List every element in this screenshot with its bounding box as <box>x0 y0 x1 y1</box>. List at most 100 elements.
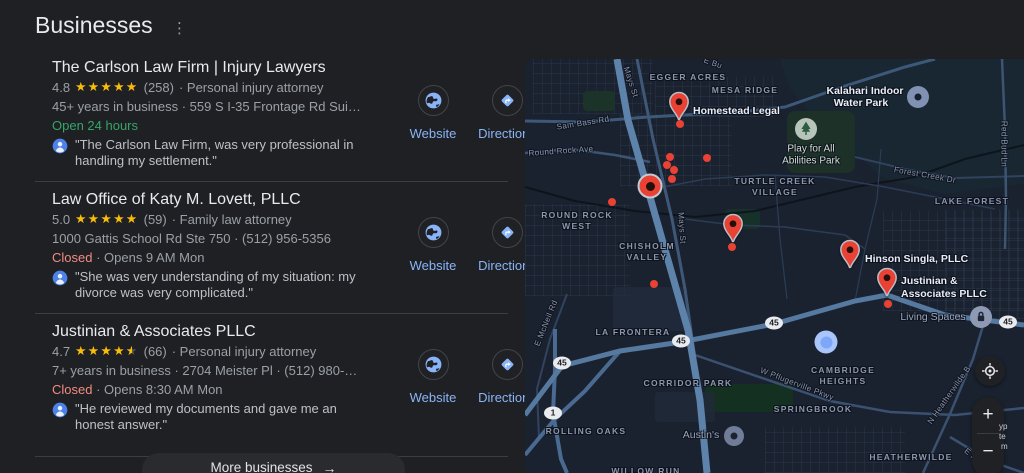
search-results-page: Businesses ⋮ The Carlson Law Firm | Inju… <box>0 0 1024 473</box>
review-count[interactable]: (258) <box>144 78 174 97</box>
cut-off-text: m <box>1001 442 1008 451</box>
website-label[interactable]: Website <box>403 390 463 405</box>
map-label-road: Round Rock Ave <box>528 144 594 158</box>
map-label-area: CORRIDOR PARK <box>644 378 733 388</box>
review-quote: "She was very understanding of my situat… <box>75 269 356 301</box>
website-label[interactable]: Website <box>403 126 463 141</box>
location-dot <box>815 331 838 354</box>
map[interactable]: EGGER ACRESMESA RIDGETURTLE CREEKVILLAGE… <box>525 59 1024 473</box>
star-rating-fill: ★★★★★ <box>75 81 139 94</box>
open-status: Closed <box>52 250 92 265</box>
business-card: Law Office of Katy M. Lovett, PLLC 5.0 ★… <box>35 189 508 301</box>
more-options-icon[interactable]: ⋮ <box>172 19 187 37</box>
map-label-poi: Associates PLLC <box>901 288 987 300</box>
map-label-area: CAMBRIDGE <box>811 365 875 375</box>
more-businesses-label: More businesses <box>210 460 312 473</box>
website-button[interactable] <box>418 349 449 380</box>
star-rating: ★★★★★★★★★★ <box>75 345 139 358</box>
red-dot <box>728 243 736 251</box>
map-label-poi: Water Park <box>834 97 888 109</box>
red-dot <box>703 154 711 162</box>
map-label-area: CHISHOLM <box>619 241 675 251</box>
map-label-area: SPRINGBROOK <box>774 404 853 414</box>
directions-button[interactable] <box>492 217 523 248</box>
reviewer-icon <box>52 138 68 154</box>
living-spaces-poi-icon <box>970 306 992 328</box>
star-rating: ★★★★★★★★★★ <box>75 81 139 94</box>
kalahari-poi-icon[interactable] <box>907 86 929 108</box>
map-label-area: WILLOW RUN <box>611 466 680 473</box>
business-category: · Family law attorney <box>172 210 292 229</box>
map-label-road: Mays St <box>676 212 687 244</box>
map-route-shield: 45 <box>553 357 571 370</box>
website-button[interactable] <box>418 217 449 248</box>
star-rating-fill: ★★★★★ <box>75 345 132 358</box>
business-card: Justinian & Associates PLLC 4.7 ★★★★★★★★… <box>35 321 508 433</box>
website-label[interactable]: Website <box>403 258 463 273</box>
business-category: · Personal injury attorney <box>179 78 324 97</box>
red-dot <box>650 280 658 288</box>
cut-off-text: te <box>999 432 1006 441</box>
rating-value: 5.0 <box>52 210 70 229</box>
review-count[interactable]: (59) <box>144 210 167 229</box>
red-dot <box>676 120 684 128</box>
card-divider <box>35 313 508 314</box>
map-label-area: VALLEY <box>627 252 668 262</box>
justinian-associates-pin[interactable] <box>876 268 899 298</box>
business-card: The Carlson Law Firm | Injury Lawyers 4.… <box>35 57 508 169</box>
red-dot <box>608 198 616 206</box>
map-label-park: Play for All <box>787 144 834 155</box>
unlabeled-pin[interactable] <box>722 214 745 244</box>
directions-icon <box>498 91 517 110</box>
map-label-area: MESA RIDGE <box>712 85 779 95</box>
directions-icon <box>498 355 517 374</box>
open-status: Closed <box>52 382 92 397</box>
red-dot <box>668 175 676 183</box>
map-route-shield: 1 <box>544 407 562 420</box>
map-label-road: Red Bud Ln <box>1000 121 1009 167</box>
map-label-poidim: Austin's <box>683 429 719 441</box>
cut-off-text: yp <box>999 422 1007 431</box>
homestead-legal-pin[interactable] <box>668 92 691 122</box>
review-quote: "He reviewed my documents and gave me an… <box>75 401 337 433</box>
directions-icon <box>498 223 517 242</box>
red-dot <box>666 153 674 161</box>
map-route-shield: 45 <box>672 335 690 348</box>
cluster-marker[interactable] <box>638 174 663 199</box>
reviewer-icon <box>52 270 68 286</box>
park-poi-icon <box>795 118 817 140</box>
map-label-area: WEST <box>562 221 592 231</box>
hours-detail: · Opens 9 AM Mon <box>92 250 204 265</box>
location-crosshair-icon <box>980 361 1000 381</box>
website-button[interactable] <box>418 85 449 116</box>
hours-detail: · Opens 8:30 AM Mon <box>92 382 222 397</box>
map-label-area: ROLLING OAKS <box>546 426 627 436</box>
hinson-singla-pin[interactable] <box>839 240 862 270</box>
review-count[interactable]: (66) <box>144 342 167 361</box>
business-category: · Personal injury attorney <box>172 342 317 361</box>
directions-button[interactable] <box>492 85 523 116</box>
map-overlay-layer: EGGER ACRESMESA RIDGETURTLE CREEKVILLAGE… <box>525 59 1024 473</box>
rating-value: 4.7 <box>52 342 70 361</box>
map-label-area: LAKE FOREST <box>935 196 1009 206</box>
page-title: Businesses <box>35 12 153 39</box>
map-label-area: HEIGHTS <box>820 376 867 386</box>
map-label-road: N Heatherwilde B <box>926 364 973 425</box>
globe-icon <box>424 91 443 110</box>
austins-poi-icon[interactable] <box>724 426 744 446</box>
map-label-road: Sam Bass Rd <box>556 114 610 131</box>
map-label-area: ROUND ROCK <box>541 210 613 220</box>
map-label-poi: Kalahari Indoor <box>826 85 903 97</box>
globe-icon <box>424 223 443 242</box>
reviewer-icon <box>52 402 68 418</box>
card-actions: Website Directions <box>384 57 544 147</box>
open-status: Open 24 hours <box>52 118 138 133</box>
directions-button[interactable] <box>492 349 523 380</box>
card-actions: Website Directions <box>384 189 544 279</box>
map-label-area: EGGER ACRES <box>650 72 727 82</box>
red-dot <box>670 166 678 174</box>
map-label-road: Mays St <box>622 66 640 99</box>
my-location-button[interactable] <box>975 356 1005 386</box>
map-route-shield: 45 <box>765 317 783 330</box>
more-businesses-button[interactable]: More businesses → <box>142 453 405 473</box>
